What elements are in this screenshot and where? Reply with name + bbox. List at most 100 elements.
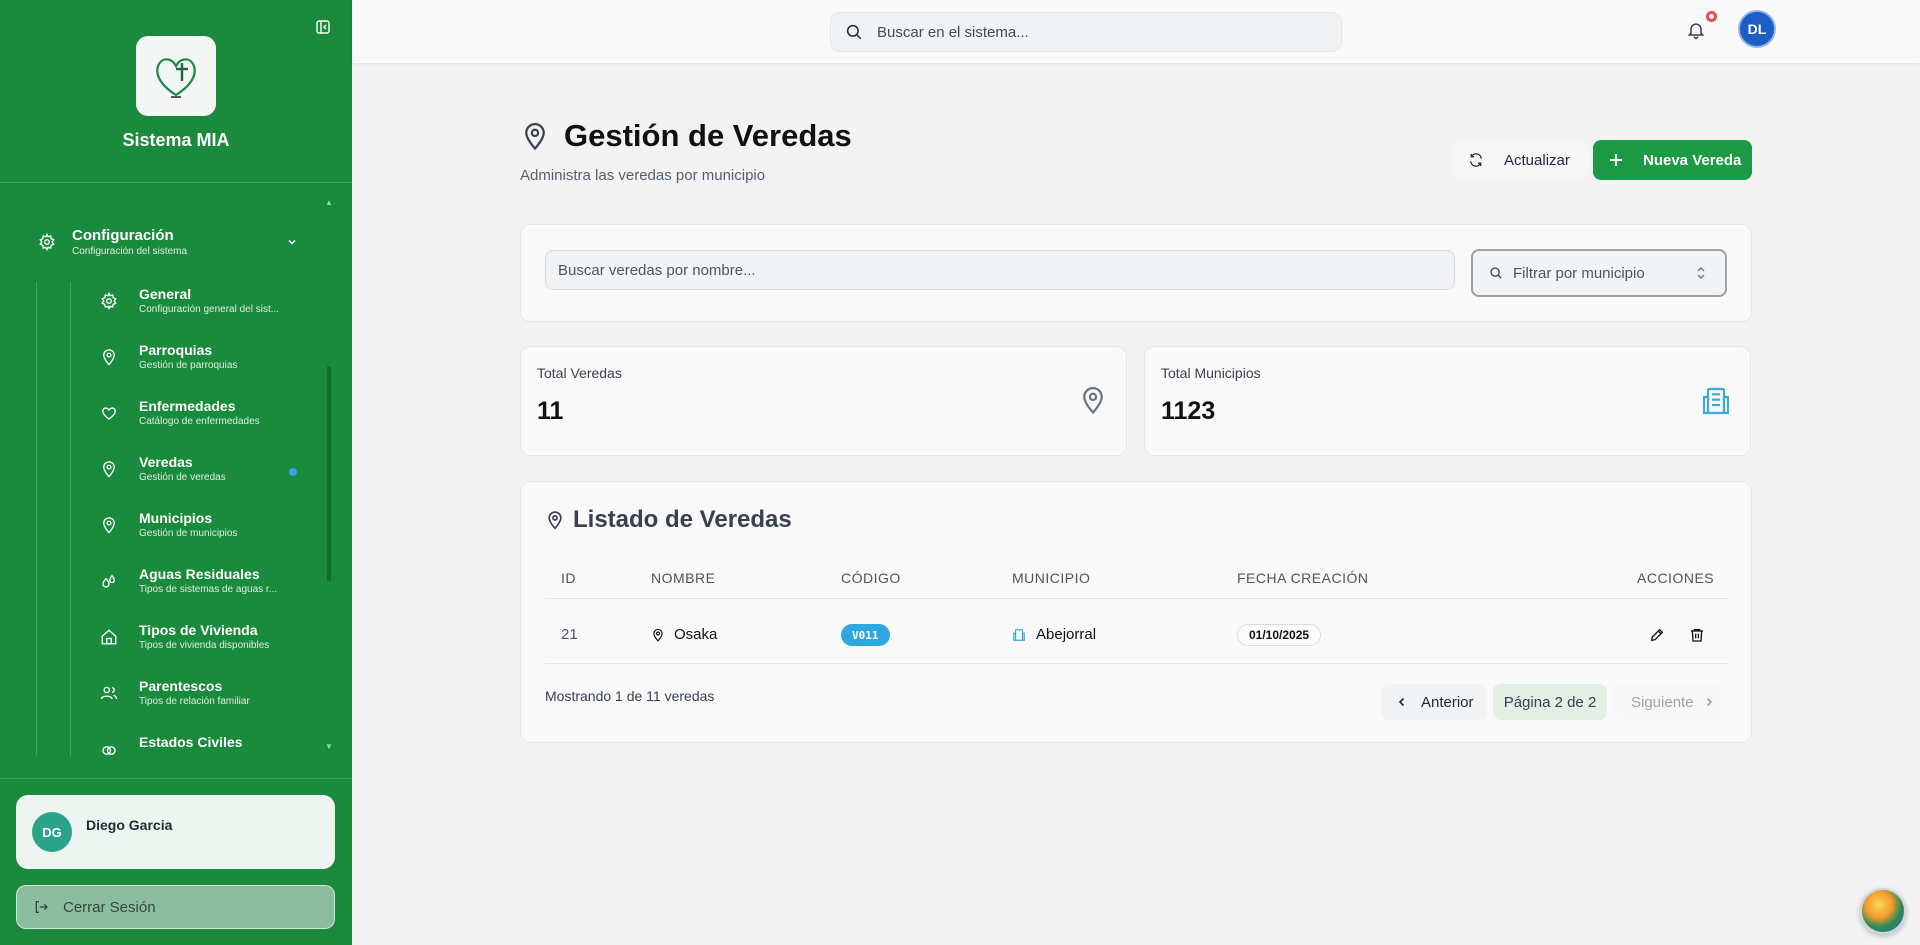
code-badge: V011: [841, 624, 890, 646]
veredas-list-card: Listado de Veredas ID NOMBRE CÓDIGO MUNI…: [520, 481, 1752, 743]
sidebar-item-label: Estados Civiles: [139, 734, 243, 750]
building-icon: [1702, 387, 1730, 415]
sidebar-item-sub: Configuración general del sist...: [139, 304, 280, 315]
sidebar-item-general[interactable]: General Configuración general del sist..…: [100, 286, 300, 330]
cell-id: 21: [561, 626, 578, 643]
refresh-label: Actualizar: [1504, 151, 1570, 169]
stat-card-total-veredas: Total Veredas 11: [520, 346, 1127, 456]
floating-assistant-button[interactable]: [1860, 888, 1906, 934]
sidebar-item-label: Tipos de Vivienda: [139, 622, 258, 638]
date-badge: 01/10/2025: [1237, 624, 1322, 646]
search-icon: [1490, 267, 1502, 279]
chevron-down-icon: [288, 239, 296, 245]
sidebar-nav[interactable]: ▲ ▼ Configuración Configuración del sist…: [0, 186, 352, 756]
map-pin-icon: [653, 628, 663, 642]
sidebar-group-configuracion[interactable]: Configuración Configuración del sistema: [28, 222, 308, 262]
global-search[interactable]: [830, 12, 1342, 52]
scroll-down-icon[interactable]: ▼: [325, 742, 333, 751]
bell-icon[interactable]: [1686, 20, 1706, 40]
sidebar-item-label: Veredas: [139, 454, 193, 470]
user-avatar: DG: [32, 812, 72, 852]
logout-label: Cerrar Sesión: [63, 898, 156, 916]
sidebar-item-sub: Tipos de sistemas de aguas r...: [139, 584, 278, 595]
col-header-fecha[interactable]: FECHA CREACIÓN: [1237, 570, 1368, 586]
sidebar-item-label: General: [139, 286, 192, 302]
sidebar-item-sub: Gestión de veredas: [139, 472, 226, 483]
stat-label: Total Municipios: [1161, 365, 1261, 381]
sidebar-item-enfermedades[interactable]: Enfermedades Catálogo de enfermedades: [100, 398, 300, 442]
vereda-search[interactable]: [545, 250, 1455, 290]
sidebar-item-aguas-residuales[interactable]: Aguas Residuales Tipos de sistemas de ag…: [100, 566, 300, 610]
sidebar-group-sub: Configuración del sistema: [72, 246, 188, 257]
sidebar-item-municipios[interactable]: Municipios Gestión de municipios: [100, 510, 300, 554]
next-page-button[interactable]: Siguiente: [1613, 684, 1727, 720]
trash-icon[interactable]: [1687, 625, 1707, 645]
cell-municipio-text: Abejorral: [1036, 626, 1097, 643]
previous-page-button[interactable]: Anterior: [1381, 684, 1487, 720]
edit-icon[interactable]: [1647, 625, 1667, 645]
sidebar-item-sub: Gestión de municipios: [139, 528, 238, 539]
col-header-municipio[interactable]: MUNICIPIO: [1012, 570, 1090, 586]
user-name: Diego Garcia: [86, 817, 173, 833]
tree-line: [70, 282, 71, 756]
home-icon: [101, 629, 117, 645]
logout-icon: [35, 901, 48, 913]
col-header-id[interactable]: ID: [561, 570, 576, 586]
vereda-search-input[interactable]: [558, 261, 1438, 279]
sidebar-item-veredas[interactable]: Veredas Gestión de veredas: [100, 454, 300, 498]
new-vereda-button[interactable]: Nueva Vereda: [1593, 140, 1752, 180]
sidebar-item-label: Aguas Residuales: [139, 566, 260, 582]
list-header: Listado de Veredas: [545, 506, 792, 534]
list-title: Listado de Veredas: [573, 506, 792, 533]
sidebar-scrollbar[interactable]: [327, 366, 331, 581]
map-pin-icon: [548, 511, 562, 530]
municipio-filter-select[interactable]: Filtrar por municipio: [1471, 249, 1727, 297]
sidebar-item-sub: Gestión de parroquias: [139, 360, 238, 371]
map-pin-icon: [1083, 387, 1103, 415]
sidebar-divider: [0, 778, 352, 779]
sidebar-collapse-icon[interactable]: [314, 18, 332, 36]
sidebar: Sistema MIA ▲ ▼ Configuración Configurac…: [0, 0, 352, 945]
sidebar-item-parroquias[interactable]: Parroquias Gestión de parroquias: [100, 342, 300, 386]
topbar: DL: [352, 0, 1920, 63]
tree-line: [36, 282, 37, 756]
global-search-input[interactable]: [877, 23, 1317, 41]
map-pin-icon: [103, 517, 115, 534]
map-pin-icon: [525, 123, 545, 151]
logout-button[interactable]: Cerrar Sesión: [16, 885, 335, 929]
cell-nombre: Osaka: [651, 626, 717, 643]
scroll-up-icon[interactable]: ▲: [325, 198, 333, 207]
sidebar-divider: [0, 182, 352, 183]
map-pin-icon: [103, 349, 115, 366]
sidebar-group-label: Configuración: [72, 227, 174, 244]
filter-card: Filtrar por municipio: [520, 224, 1752, 322]
sidebar-item-sub: Tipos de relación familiar: [139, 696, 250, 707]
municipio-filter-placeholder: Filtrar por municipio: [1513, 264, 1645, 282]
col-header-codigo[interactable]: CÓDIGO: [841, 570, 901, 586]
col-header-nombre[interactable]: NOMBRE: [651, 570, 715, 586]
previous-page-label: Anterior: [1421, 693, 1474, 711]
next-page-label: Siguiente: [1631, 693, 1694, 711]
plus-icon: [1610, 154, 1622, 166]
sidebar-item-estados-civiles[interactable]: Estados Civiles: [100, 734, 300, 756]
refresh-button[interactable]: Actualizar: [1452, 142, 1590, 178]
users-icon: [100, 686, 118, 700]
page-title: Gestión de Veredas: [564, 118, 852, 153]
sidebar-item-tipos-vivienda[interactable]: Tipos de Vivienda Tipos de vivienda disp…: [100, 622, 300, 666]
stat-label: Total Veredas: [537, 365, 622, 381]
gear-icon: [101, 292, 117, 310]
map-pin-icon: [103, 461, 115, 478]
active-indicator: [289, 468, 297, 476]
sidebar-item-label: Parentescos: [139, 678, 223, 694]
app-title: Sistema MIA: [122, 130, 230, 150]
table-divider: [545, 598, 1729, 599]
user-card[interactable]: DG Diego Garcia: [16, 795, 335, 869]
sidebar-item-label: Parroquias: [139, 342, 213, 358]
cell-nombre-text: Osaka: [674, 626, 718, 643]
sidebar-item-parentescos[interactable]: Parentescos Tipos de relación familiar: [100, 678, 300, 722]
top-avatar[interactable]: DL: [1738, 10, 1776, 48]
refresh-icon: [1470, 153, 1482, 167]
heart-icon: [102, 407, 116, 420]
sidebar-item-label: Enfermedades: [139, 398, 236, 414]
chevron-left-icon: [1398, 697, 1405, 707]
